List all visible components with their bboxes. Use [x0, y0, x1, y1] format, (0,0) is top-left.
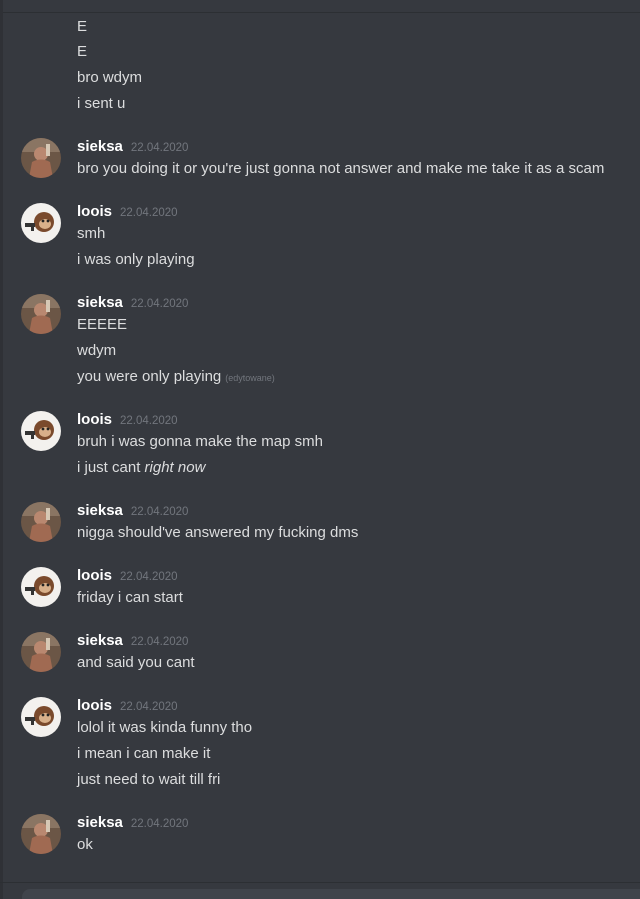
timestamp: 22.04.2020 [120, 701, 178, 713]
message-header: sieksa 22.04.2020 [77, 632, 188, 652]
message-line: i just cant right now [77, 458, 205, 478]
avatar-sieksa[interactable] [21, 632, 61, 672]
username[interactable]: sieksa [77, 294, 123, 311]
message-line: ok [77, 836, 93, 853]
timestamp: 22.04.2020 [120, 415, 178, 427]
message-header: loois 22.04.2020 [77, 203, 178, 223]
avatar-loois-icon [21, 203, 61, 243]
left-edge [0, 0, 3, 899]
top-bar [0, 0, 640, 13]
avatar-loois[interactable] [21, 203, 61, 243]
divider [0, 882, 640, 883]
message-line: i mean i can make it [77, 745, 211, 762]
message-line: bro wdym [77, 69, 143, 86]
message-header: sieksa 22.04.2020 [77, 502, 188, 522]
avatar-sieksa-icon [21, 294, 61, 334]
timestamp: 22.04.2020 [120, 571, 178, 583]
timestamp: 22.04.2020 [130, 506, 189, 518]
message-line: just need to wait till fri [77, 771, 221, 788]
avatar-loois[interactable] [21, 697, 61, 737]
edited-label: (edytowane) [225, 373, 275, 383]
avatar-loois-icon [21, 567, 61, 607]
username[interactable]: loois [77, 203, 112, 220]
avatar-sieksa-icon [21, 138, 61, 178]
message-header: loois 22.04.2020 [77, 411, 178, 431]
message-header: loois 22.04.2020 [77, 697, 178, 717]
timestamp: 22.04.2020 [130, 142, 189, 154]
avatar-loois-icon [21, 411, 61, 451]
username[interactable]: loois [77, 411, 112, 428]
message-line: friday i can start [77, 589, 183, 606]
message-header: sieksa 22.04.2020 [77, 138, 188, 158]
avatar-sieksa-icon [21, 632, 61, 672]
username[interactable]: loois [77, 567, 112, 584]
message-line: lolol it was kinda funny tho [77, 719, 253, 736]
timestamp: 22.04.2020 [120, 207, 178, 219]
message-line: bro you doing it or you're just gonna no… [77, 160, 605, 177]
username[interactable]: sieksa [77, 502, 123, 519]
message-line: bruh i was gonna make the map smh [77, 433, 323, 450]
message-line: E [77, 43, 88, 60]
message-line: EEEEE [77, 316, 128, 333]
username[interactable]: sieksa [77, 632, 123, 649]
timestamp: 22.04.2020 [130, 298, 189, 310]
avatar-loois[interactable] [21, 567, 61, 607]
timestamp: 22.04.2020 [130, 818, 189, 830]
message-line: wdym [77, 342, 117, 359]
italic-text: right now [144, 459, 206, 476]
avatar-loois-icon [21, 697, 61, 737]
message-line: smh [77, 225, 106, 242]
username[interactable]: sieksa [77, 138, 123, 155]
message-header: sieksa 22.04.2020 [77, 814, 188, 834]
message-line: i was only playing [77, 251, 195, 268]
avatar-sieksa-icon [21, 814, 61, 854]
avatar-sieksa[interactable] [21, 502, 61, 542]
avatar-sieksa-icon [21, 502, 61, 542]
avatar-sieksa[interactable] [21, 138, 61, 178]
avatar-sieksa[interactable] [21, 814, 61, 854]
message-line: nigga should've answered my fucking dms [77, 524, 359, 541]
message-header: sieksa 22.04.2020 [77, 294, 188, 314]
message-input-area[interactable] [22, 889, 640, 899]
message-line: you were only playing (edytowane) [77, 367, 275, 388]
message-line: and said you cant [77, 654, 195, 671]
username[interactable]: sieksa [77, 814, 123, 831]
message-line: E [77, 18, 88, 35]
message-text: i just cant [77, 459, 141, 476]
message-text: you were only playing [77, 368, 222, 385]
message-line: i sent u [77, 95, 126, 112]
username[interactable]: loois [77, 697, 112, 714]
timestamp: 22.04.2020 [130, 636, 189, 648]
message-header: loois 22.04.2020 [77, 567, 178, 587]
avatar-loois[interactable] [21, 411, 61, 451]
avatar-sieksa[interactable] [21, 294, 61, 334]
